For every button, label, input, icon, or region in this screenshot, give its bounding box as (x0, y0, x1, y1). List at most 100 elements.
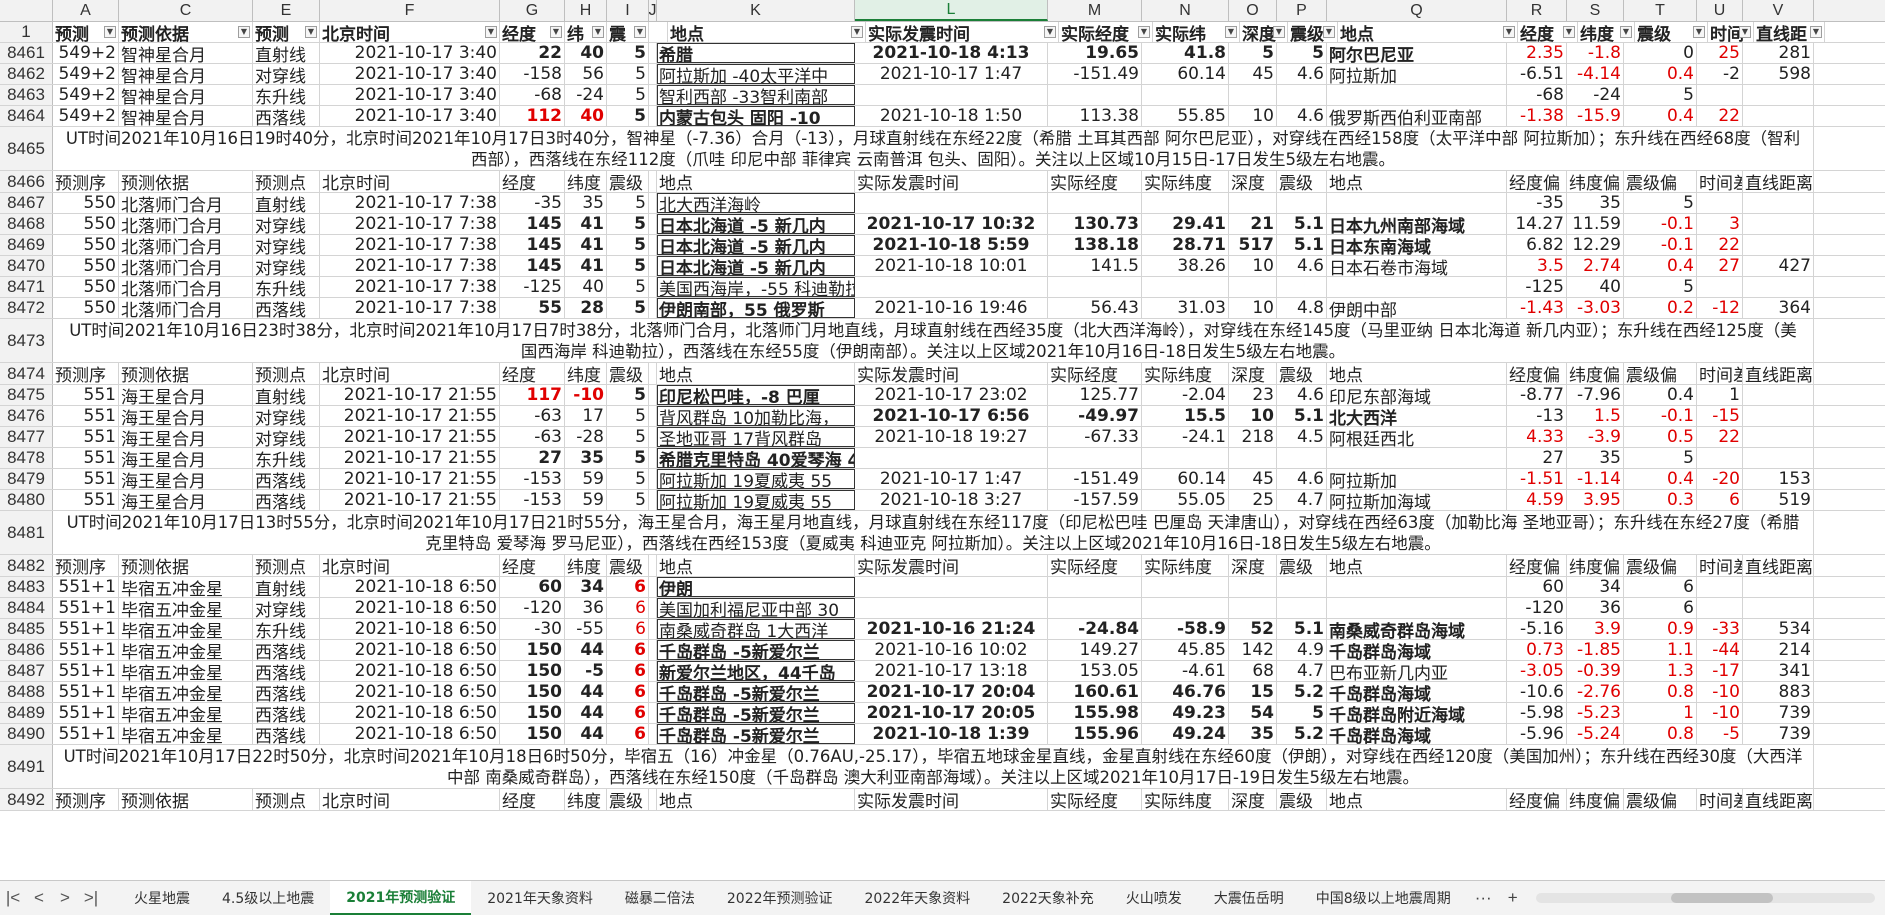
table-cell[interactable]: 纬度 (565, 789, 607, 810)
table-cell[interactable]: 0.2 (1624, 298, 1697, 318)
table-cell[interactable]: 36 (1567, 598, 1624, 618)
sheet-tab[interactable]: 磁暴二倍法 (609, 881, 711, 915)
table-cell[interactable]: 预测点 (253, 555, 320, 576)
table-cell[interactable]: 6 (1697, 490, 1743, 510)
table-cell[interactable]: -10.6 (1507, 682, 1567, 702)
table-cell[interactable]: 113.38 (1048, 106, 1142, 126)
table-cell[interactable]: 19.65 (1048, 43, 1142, 63)
table-cell[interactable]: -153 (500, 469, 565, 489)
table-cell[interactable]: 2021-10-17 6:56 (855, 406, 1048, 426)
table-cell[interactable]: 44 (565, 724, 607, 744)
table-cell[interactable]: 2021-10-18 6:50 (320, 682, 500, 702)
table-cell[interactable]: 60.14 (1142, 469, 1229, 489)
filter-header-cell[interactable]: 北京时间 ▼ (320, 22, 500, 42)
table-cell[interactable] (649, 490, 657, 510)
table-cell[interactable]: 毕宿五冲金星 (119, 724, 253, 744)
table-cell[interactable]: 4.33 (1507, 427, 1567, 447)
table-cell[interactable]: -0.1 (1624, 235, 1697, 255)
table-cell[interactable]: 震级偏 (1624, 363, 1697, 384)
table-cell[interactable]: -30 (500, 619, 565, 639)
table-cell[interactable]: 2021-10-17 3:40 (320, 106, 500, 126)
table-cell[interactable]: 预测序 (53, 363, 119, 384)
prev-sheet-button[interactable]: < (26, 888, 52, 908)
table-cell[interactable]: 2021-10-17 1:47 (855, 64, 1048, 84)
table-cell[interactable]: 0.4 (1624, 256, 1697, 276)
table-cell[interactable]: 毕宿五冲金星 (119, 640, 253, 660)
table-cell[interactable]: 68 (1229, 661, 1277, 681)
table-cell[interactable] (1743, 277, 1814, 297)
column-header-n[interactable]: N (1142, 0, 1229, 21)
table-cell[interactable]: 阿拉斯加海域 (1327, 490, 1507, 510)
table-cell[interactable]: -1.43 (1507, 298, 1567, 318)
column-header-o[interactable]: O (1229, 0, 1277, 21)
table-cell[interactable]: -12 (1697, 298, 1743, 318)
table-cell[interactable]: 6 (1624, 598, 1697, 618)
table-cell[interactable]: 实际发震时间 (855, 789, 1048, 810)
table-cell[interactable]: 西落线 (253, 682, 320, 702)
table-cell[interactable]: 西落线 (253, 724, 320, 744)
table-cell[interactable]: 地点 (657, 789, 855, 810)
filter-header-cell[interactable]: 预测依据 ▼ (119, 22, 253, 42)
table-cell[interactable]: 549+2 (53, 106, 119, 126)
table-cell[interactable]: 2021-10-17 21:55 (320, 385, 500, 405)
table-cell[interactable]: 地点 (1327, 363, 1507, 384)
table-cell[interactable]: 551+1 (53, 724, 119, 744)
table-cell[interactable] (1697, 277, 1743, 297)
table-cell[interactable]: -49.97 (1048, 406, 1142, 426)
table-cell[interactable]: 背风群岛 10加勒比海， (657, 406, 855, 426)
table-cell[interactable]: -63 (500, 427, 565, 447)
table-cell[interactable]: 117 (500, 385, 565, 405)
table-cell[interactable]: -44 (1697, 640, 1743, 660)
table-cell[interactable]: 预测依据 (119, 789, 253, 810)
table-cell[interactable]: 49.24 (1142, 724, 1229, 744)
table-cell[interactable]: 5.2 (1277, 724, 1327, 744)
table-cell[interactable]: -0.39 (1567, 661, 1624, 681)
table-cell[interactable]: -0.1 (1624, 406, 1697, 426)
add-sheet-button[interactable]: + (1500, 888, 1526, 908)
table-cell[interactable]: 0.8 (1624, 724, 1697, 744)
table-cell[interactable]: 551+1 (53, 640, 119, 660)
filter-header-cell[interactable]: 直线距 ▼ (1754, 22, 1825, 42)
table-cell[interactable]: 2021-10-18 6:50 (320, 619, 500, 639)
table-cell[interactable]: 2021-10-17 21:55 (320, 490, 500, 510)
table-cell[interactable]: 4.5 (1277, 427, 1327, 447)
table-cell[interactable]: 俄罗斯西伯利亚南部 (1327, 106, 1507, 126)
table-cell[interactable]: 千岛群岛 -5新爱尔兰 (657, 640, 855, 660)
table-cell[interactable]: 实际纬度 (1142, 363, 1229, 384)
table-cell[interactable]: 地点 (657, 171, 855, 192)
table-cell[interactable]: 34 (565, 577, 607, 597)
table-cell[interactable]: 预测序 (53, 789, 119, 810)
table-cell[interactable]: -1.8 (1567, 43, 1624, 63)
table-cell[interactable] (1327, 277, 1507, 297)
table-cell[interactable]: 震级 (607, 363, 649, 384)
table-cell[interactable]: 直线距离 (1743, 171, 1814, 192)
table-cell[interactable]: 5.1 (1277, 619, 1327, 639)
table-cell[interactable]: 海王星合月 (119, 469, 253, 489)
table-cell[interactable]: 150 (500, 682, 565, 702)
table-cell[interactable]: -35 (1507, 193, 1567, 213)
table-cell[interactable]: 3 (1697, 214, 1743, 234)
table-cell[interactable] (1327, 577, 1507, 597)
table-cell[interactable]: 551+1 (53, 598, 119, 618)
table-cell[interactable]: 22 (1697, 106, 1743, 126)
table-cell[interactable] (1327, 448, 1507, 468)
table-cell[interactable]: 5 (607, 235, 649, 255)
table-cell[interactable] (1229, 277, 1277, 297)
table-cell[interactable] (649, 448, 657, 468)
horizontal-scrollbar[interactable] (1535, 893, 1875, 903)
table-cell[interactable]: 5 (607, 64, 649, 84)
table-cell[interactable]: 2021-10-17 20:04 (855, 682, 1048, 702)
table-cell[interactable]: 深度 (1229, 789, 1277, 810)
table-cell[interactable]: 千岛群岛 -5新爱尔兰 (657, 703, 855, 723)
table-cell[interactable]: 纬度 (565, 171, 607, 192)
table-cell[interactable]: 125.77 (1048, 385, 1142, 405)
table-cell[interactable]: -120 (500, 598, 565, 618)
table-cell[interactable] (1048, 193, 1142, 213)
table-cell[interactable]: 震级 (1277, 171, 1327, 192)
table-cell[interactable]: 南桑威奇群岛海域 (1327, 619, 1507, 639)
table-cell[interactable]: 6 (607, 724, 649, 744)
table-cell[interactable]: 6 (607, 661, 649, 681)
sheet-tab[interactable]: 中国8级以上地震周期 (1300, 881, 1467, 915)
table-cell[interactable]: 震级 (1277, 789, 1327, 810)
table-cell[interactable]: 东升线 (253, 619, 320, 639)
